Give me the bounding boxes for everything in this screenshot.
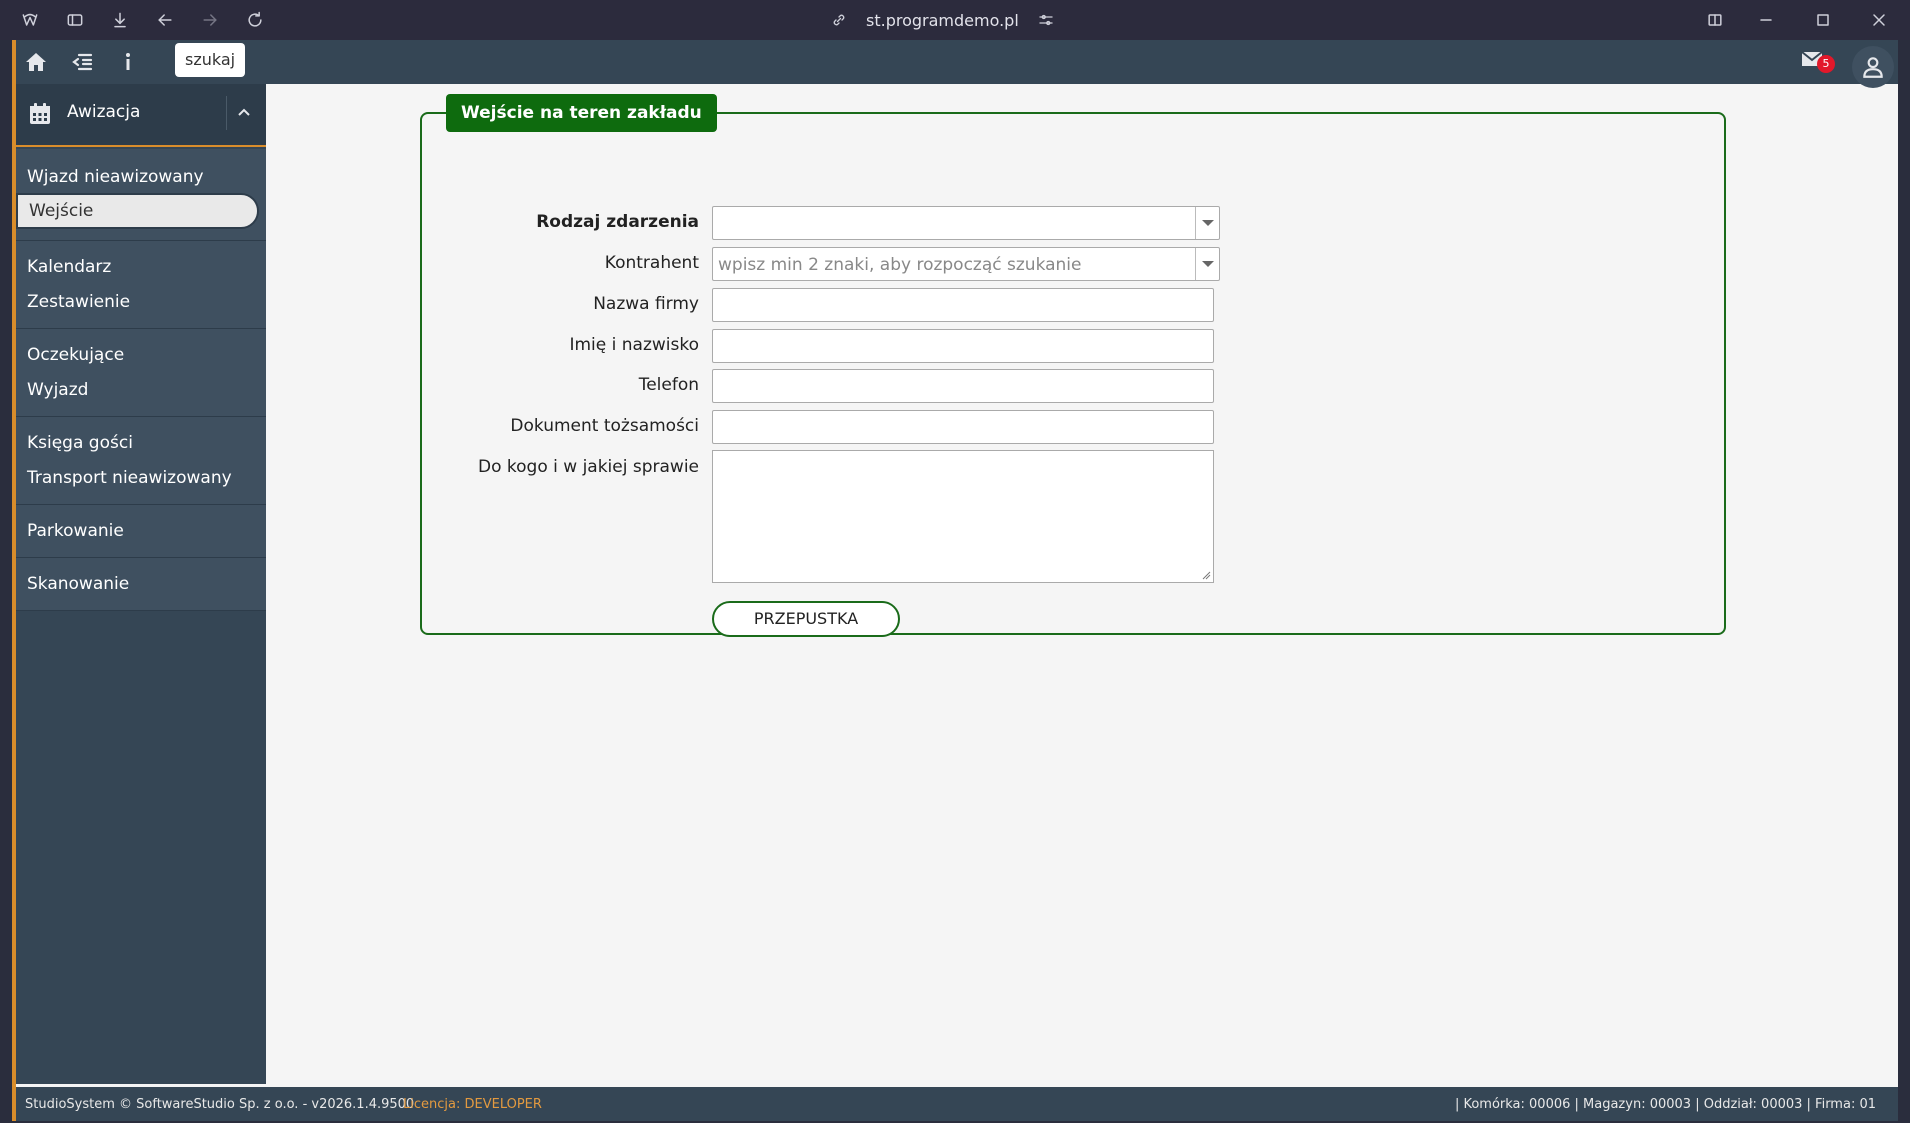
- sidebar-section-title: Awizacja: [67, 102, 141, 122]
- sidebar-item-parkowanie[interactable]: Parkowanie: [27, 521, 124, 541]
- home-icon[interactable]: [22, 48, 50, 76]
- menu-collapse-icon[interactable]: [68, 48, 96, 76]
- maximize-icon[interactable]: [1811, 8, 1835, 32]
- browser-logo-icon[interactable]: [18, 8, 42, 32]
- sidebar-group-1: Wjazd nieawizowany Wejście: [16, 149, 266, 241]
- close-icon[interactable]: [1867, 8, 1891, 32]
- url-text: st.programdemo.pl: [866, 10, 1019, 30]
- dokument-label: Dokument tożsamości: [510, 416, 699, 436]
- resize-grip-icon[interactable]: [1201, 570, 1211, 580]
- license-value: DEVELOPER: [464, 1097, 542, 1112]
- info-icon[interactable]: [114, 48, 142, 76]
- search-button[interactable]: szukaj: [175, 43, 246, 77]
- reload-icon[interactable]: [243, 8, 267, 32]
- minimize-icon[interactable]: [1754, 8, 1778, 32]
- sidebar-item-wejscie[interactable]: Wejście: [16, 193, 259, 229]
- back-icon[interactable]: [153, 8, 177, 32]
- sidebar-item-ksiega-gosci[interactable]: Księga gości: [27, 433, 133, 453]
- address-bar[interactable]: st.programdemo.pl: [830, 8, 1055, 32]
- calendar-icon: [30, 103, 50, 124]
- mail-button[interactable]: 5: [1801, 50, 1835, 76]
- sidebar-item-wyjazd[interactable]: Wyjazd: [27, 380, 88, 400]
- copyright-text: StudioSystem © SoftwareStudio Sp. z o.o.…: [25, 1097, 415, 1112]
- location-info: | Komórka: 00006 | Magazyn: 00003 | Oddz…: [1454, 1097, 1876, 1112]
- user-menu-button[interactable]: [1852, 46, 1894, 88]
- sidebar-group-5: Parkowanie: [16, 505, 266, 558]
- mail-count-badge: 5: [1817, 55, 1835, 73]
- kontrahent-placeholder: wpisz min 2 znaki, aby rozpocząć szukani…: [718, 255, 1082, 275]
- sidebar-item-oczekujace[interactable]: Oczekujące: [27, 345, 124, 365]
- form-title: Wejście na teren zakładu: [446, 94, 717, 132]
- forward-icon[interactable]: [198, 8, 222, 32]
- imie-nazwisko-label: Imię i nazwisko: [569, 335, 699, 355]
- rodzaj-zdarzenia-select[interactable]: [712, 206, 1220, 240]
- przepustka-button[interactable]: PRZEPUSTKA: [712, 601, 900, 637]
- telefon-label: Telefon: [638, 375, 699, 395]
- browser-toolbar: st.programdemo.pl: [0, 0, 1910, 40]
- download-icon[interactable]: [108, 8, 132, 32]
- sprawa-label: Do kogo i w jakiej sprawie: [478, 457, 699, 477]
- sidebar-group-4: Księga gości Transport nieawizowany: [16, 417, 266, 505]
- sprawa-textarea[interactable]: [712, 450, 1214, 583]
- license-text: Licencja: DEVELOPER: [403, 1097, 542, 1112]
- sidebar: Awizacja Wjazd nieawizowany Wejście Kale…: [16, 84, 266, 1084]
- sidebar-group-3: Oczekujące Wyjazd: [16, 329, 266, 417]
- split-view-icon[interactable]: [1703, 8, 1727, 32]
- dokument-input[interactable]: [712, 410, 1214, 444]
- sidebar-toggle-icon[interactable]: [63, 8, 87, 32]
- user-icon: [1863, 57, 1883, 78]
- site-settings-icon[interactable]: [1037, 11, 1055, 29]
- kontrahent-combobox[interactable]: wpisz min 2 znaki, aby rozpocząć szukani…: [712, 247, 1220, 281]
- dropdown-arrow-icon[interactable]: [1195, 248, 1219, 280]
- license-prefix: Licencja:: [403, 1097, 465, 1112]
- sidebar-item-transport-nieawizowany[interactable]: Transport nieawizowany: [27, 468, 232, 488]
- app-topbar: szukaj 5: [16, 40, 1898, 88]
- rodzaj-zdarzenia-label: Rodzaj zdarzenia: [536, 212, 699, 232]
- chevron-up-icon: [237, 108, 250, 116]
- dropdown-arrow-icon[interactable]: [1195, 207, 1219, 239]
- sidebar-group-6: Skanowanie: [16, 558, 266, 611]
- collapse-section-button[interactable]: [226, 96, 260, 130]
- link-icon: [833, 14, 845, 26]
- sidebar-item-wjazd-nieawizowany[interactable]: Wjazd nieawizowany: [27, 167, 204, 187]
- sidebar-item-zestawienie[interactable]: Zestawienie: [27, 292, 130, 312]
- sidebar-group-2: Kalendarz Zestawienie: [16, 241, 266, 329]
- kontrahent-label: Kontrahent: [604, 253, 699, 273]
- telefon-input[interactable]: [712, 369, 1214, 403]
- sidebar-item-kalendarz[interactable]: Kalendarz: [27, 257, 111, 277]
- status-footer: StudioSystem © SoftwareStudio Sp. z o.o.…: [16, 1087, 1898, 1121]
- sidebar-section-header[interactable]: Awizacja: [16, 84, 266, 147]
- nazwa-firmy-input[interactable]: [712, 288, 1214, 322]
- nazwa-firmy-label: Nazwa firmy: [593, 294, 699, 314]
- sidebar-item-skanowanie[interactable]: Skanowanie: [27, 574, 129, 594]
- imie-nazwisko-input[interactable]: [712, 329, 1214, 363]
